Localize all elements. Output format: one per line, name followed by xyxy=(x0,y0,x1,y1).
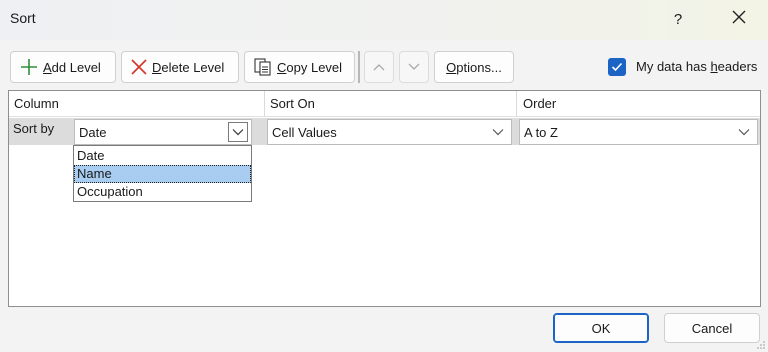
sort-on-select-value: Cell Values xyxy=(272,125,337,140)
sort-on-dropdown-button[interactable] xyxy=(488,122,508,142)
chevron-down-icon xyxy=(232,129,244,136)
column-divider xyxy=(264,91,265,117)
delete-x-icon xyxy=(131,59,147,75)
copy-level-label: Copy Level xyxy=(277,59,343,75)
help-button[interactable]: ? xyxy=(664,8,692,32)
order-select-value: A to Z xyxy=(524,125,558,140)
add-level-label: Add Level xyxy=(43,59,101,75)
order-select[interactable]: A to Z xyxy=(519,119,758,145)
column-header: Column xyxy=(14,96,59,111)
headers-checkbox-label[interactable]: My data has headers xyxy=(636,59,757,74)
sort-level-row[interactable]: Sort by Date Cell Values A to Z xyxy=(9,118,760,145)
grid-header: Column Sort On Order xyxy=(9,91,760,117)
title-bar: Sort ? xyxy=(0,0,768,40)
checkmark-icon xyxy=(611,62,623,72)
column-select-value: Date xyxy=(79,125,107,140)
add-level-button[interactable]: Add Level xyxy=(10,51,116,83)
delete-level-label: Delete Level xyxy=(152,59,225,75)
dropdown-option-date[interactable]: Date xyxy=(74,147,251,165)
column-dropdown-list: Date Name Occupation xyxy=(73,145,252,202)
sort-on-header: Sort On xyxy=(270,96,315,111)
dialog-title: Sort xyxy=(10,10,36,26)
delete-level-button[interactable]: Delete Level xyxy=(121,51,239,83)
order-header: Order xyxy=(523,96,557,111)
cancel-button[interactable]: Cancel xyxy=(664,313,760,343)
column-divider xyxy=(516,91,517,117)
close-icon xyxy=(732,10,746,24)
copy-icon xyxy=(254,58,271,76)
headers-checkbox[interactable] xyxy=(608,58,626,76)
column-select-dropdown-button[interactable] xyxy=(228,122,248,142)
sort-by-label: Sort by xyxy=(13,121,55,136)
resize-grip-icon[interactable] xyxy=(756,340,766,350)
move-up-button[interactable] xyxy=(364,51,394,83)
sort-on-select[interactable]: Cell Values xyxy=(267,119,512,145)
chevron-down-icon xyxy=(492,129,504,136)
plus-icon xyxy=(21,59,37,75)
options-label: Options... xyxy=(446,59,502,75)
chevron-down-icon xyxy=(408,63,420,70)
chevron-up-icon xyxy=(373,64,385,71)
sort-dialog: Sort ? Add Level Delete Level Copy Level xyxy=(0,0,768,352)
column-select[interactable]: Date xyxy=(74,119,252,145)
copy-level-button[interactable]: Copy Level xyxy=(244,51,355,83)
move-down-button[interactable] xyxy=(399,51,429,83)
close-button[interactable] xyxy=(724,8,754,32)
dropdown-option-name[interactable]: Name xyxy=(74,165,251,183)
order-dropdown-button[interactable] xyxy=(734,122,754,142)
ok-button[interactable]: OK xyxy=(553,313,649,343)
dropdown-option-occupation[interactable]: Occupation xyxy=(74,183,251,201)
options-button[interactable]: Options... xyxy=(434,51,514,83)
toolbar-separator xyxy=(358,51,360,83)
chevron-down-icon xyxy=(738,129,750,136)
